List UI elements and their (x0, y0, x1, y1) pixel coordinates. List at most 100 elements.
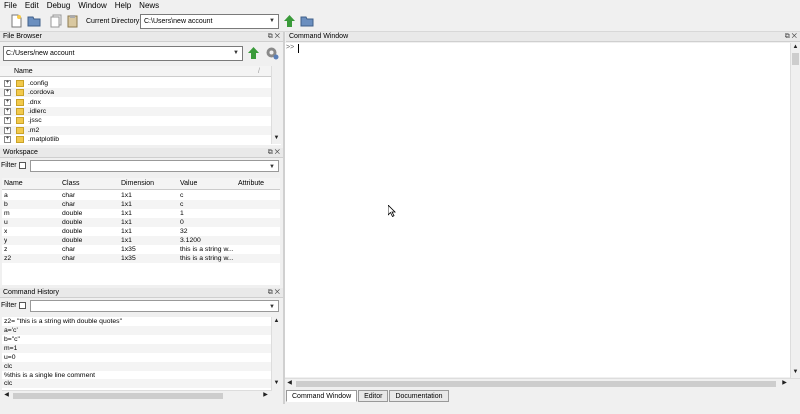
history-item[interactable]: clc (2, 362, 281, 371)
table-row[interactable]: x double 1x1 32 (2, 227, 280, 236)
table-row[interactable]: z2 char 1x35 this is a string w... (2, 254, 280, 263)
file-item[interactable]: + .jssc (0, 116, 281, 125)
name-column-label: Name (14, 68, 33, 75)
history-filter: Filter ▼ (0, 299, 283, 313)
command-window-editor[interactable]: >> (285, 43, 800, 377)
file-browser-list: Name / + .config + .cordova + .dnx + .idlerc… (0, 66, 281, 145)
table-row[interactable]: a char 1x1 c (2, 191, 280, 200)
panel-controls-icon[interactable]: ⧉ ✕ (785, 32, 797, 42)
scroll-thumb[interactable] (296, 381, 776, 387)
cell: z2 (4, 255, 12, 262)
file-item[interactable]: + .matplotlib (0, 135, 281, 144)
column-class[interactable]: Class (62, 178, 80, 190)
history-vscrollbar[interactable]: ▲ ▼ (271, 317, 281, 390)
expand-icon[interactable]: + (4, 136, 11, 143)
history-item[interactable]: u=0 (2, 353, 281, 362)
file-browser-path-combo[interactable]: C:/Users/new account ▼ (3, 46, 243, 61)
panel-controls-icon[interactable]: ⧉ ✕ (268, 32, 280, 42)
scroll-up-icon[interactable]: ▲ (791, 43, 800, 52)
scroll-thumb[interactable] (13, 393, 223, 399)
tab-command-window[interactable]: Command Window (286, 390, 358, 402)
command-window-vscrollbar[interactable]: ▲ ▼ (790, 43, 800, 378)
chevron-down-icon[interactable]: ▼ (267, 162, 277, 173)
scroll-right-icon[interactable]: ▶ (780, 379, 789, 388)
copy-icon[interactable] (50, 14, 63, 28)
history-item[interactable]: z2= "this is a string with double quotes… (2, 317, 281, 326)
tab-documentation[interactable]: Documentation (389, 390, 449, 402)
open-folder-icon[interactable] (27, 14, 41, 28)
current-directory-combo[interactable]: C:\Users\new account ▼ (140, 14, 279, 29)
filter-checkbox[interactable] (19, 302, 26, 309)
scroll-right-icon[interactable]: ▶ (261, 391, 270, 400)
scroll-left-icon[interactable]: ◀ (2, 391, 11, 400)
file-item[interactable]: + .cordova (0, 88, 281, 97)
scroll-left-icon[interactable]: ◀ (285, 379, 294, 388)
menu-debug[interactable]: Debug (43, 0, 75, 11)
file-item[interactable]: + .idlerc (0, 107, 281, 116)
browse-folder-icon[interactable] (300, 14, 314, 28)
file-item-label: .cordova (28, 89, 55, 96)
file-browser-column-header[interactable]: Name / (0, 66, 281, 77)
expand-icon[interactable]: + (4, 99, 11, 106)
expand-icon[interactable]: + (4, 117, 11, 124)
expand-icon[interactable]: + (4, 80, 11, 87)
menu-edit[interactable]: Edit (21, 0, 43, 11)
column-attribute[interactable]: Attribute (238, 178, 264, 190)
file-item[interactable]: + .config (0, 79, 281, 88)
cell: 1x35 (121, 246, 136, 253)
cell: z (4, 246, 8, 253)
history-item[interactable]: a='c' (2, 326, 281, 335)
panel-controls-icon[interactable]: ⧉ ✕ (268, 148, 280, 158)
menu-window[interactable]: Window (74, 0, 110, 11)
tab-editor[interactable]: Editor (358, 390, 389, 402)
chevron-down-icon[interactable]: ▼ (267, 302, 277, 313)
menu-news[interactable]: News (135, 0, 163, 11)
filter-input[interactable]: ▼ (30, 300, 279, 312)
filter-input[interactable]: ▼ (30, 160, 279, 172)
cell: 1x1 (121, 192, 132, 199)
up-folder-icon[interactable] (283, 14, 296, 28)
paste-icon[interactable] (66, 14, 79, 28)
history-item[interactable]: m=1 (2, 344, 281, 353)
history-item[interactable]: b="c" (2, 335, 281, 344)
filter-checkbox[interactable] (19, 162, 26, 169)
scroll-down-icon[interactable]: ▼ (272, 379, 281, 388)
table-row[interactable]: b char 1x1 c (2, 200, 280, 209)
table-row[interactable]: z char 1x35 this is a string w... (2, 245, 280, 254)
file-item[interactable]: + .m2 (0, 126, 281, 135)
chevron-down-icon[interactable]: ▼ (231, 48, 241, 59)
menu-file[interactable]: File (0, 0, 21, 11)
file-browser-scrollbar[interactable]: ▼ (271, 66, 281, 144)
expand-icon[interactable]: + (4, 89, 11, 96)
command-history-header: Command History ⧉ ✕ (0, 288, 283, 298)
cell: c (180, 201, 184, 208)
table-row[interactable]: u double 1x1 0 (2, 218, 280, 227)
up-folder-icon[interactable] (247, 46, 260, 60)
menu-help[interactable]: Help (111, 0, 135, 11)
expand-icon[interactable]: + (4, 108, 11, 115)
history-hscrollbar[interactable]: ◀ ▶ (2, 390, 272, 400)
new-file-icon[interactable] (10, 14, 23, 28)
table-row[interactable]: m double 1x1 1 (2, 209, 280, 218)
cell: 32 (180, 228, 188, 235)
cell: 1x1 (121, 237, 132, 244)
scroll-down-icon[interactable]: ▼ (272, 134, 281, 143)
settings-gear-icon[interactable] (264, 45, 279, 60)
scroll-thumb[interactable] (792, 53, 799, 65)
column-dimension[interactable]: Dimension (121, 178, 154, 190)
history-item[interactable]: clc (2, 379, 281, 388)
chevron-down-icon[interactable]: ▼ (267, 16, 277, 27)
table-row[interactable]: y double 1x1 3.1200 (2, 236, 280, 245)
scroll-up-icon[interactable]: ▲ (272, 317, 281, 326)
command-window-hscrollbar[interactable]: ◀ ▶ (285, 378, 800, 388)
column-name[interactable]: Name (4, 178, 23, 190)
cell: 1x35 (121, 255, 136, 262)
cell: 1 (180, 210, 184, 217)
file-item[interactable]: + .dnx (0, 98, 281, 107)
scroll-down-icon[interactable]: ▼ (791, 368, 800, 377)
cell: x (4, 228, 8, 235)
cell: u (4, 219, 8, 226)
column-value[interactable]: Value (180, 178, 197, 190)
expand-icon[interactable]: + (4, 127, 11, 134)
panel-controls-icon[interactable]: ⧉ ✕ (268, 288, 280, 298)
